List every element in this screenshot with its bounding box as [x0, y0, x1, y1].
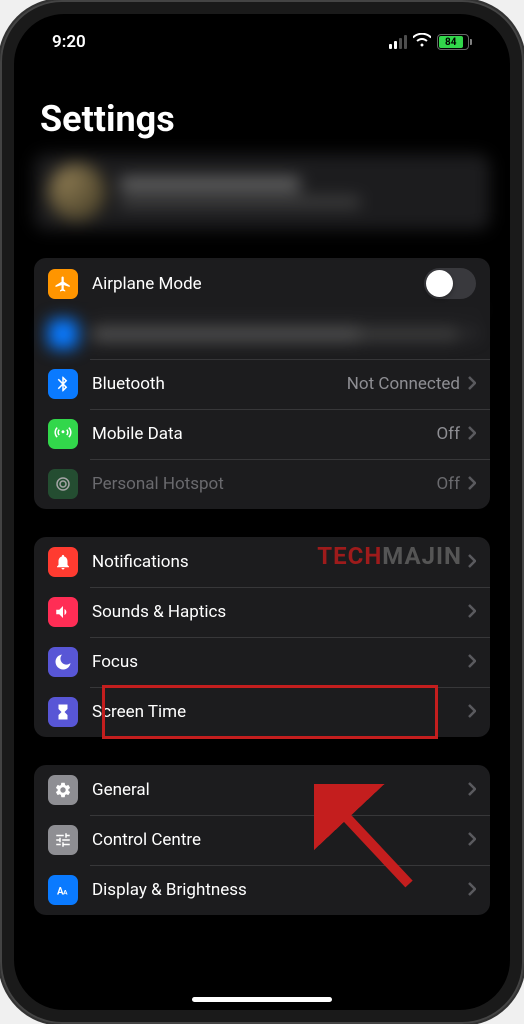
focus-label: Focus: [92, 652, 468, 672]
gear-icon: [48, 775, 78, 805]
hourglass-icon: [48, 697, 78, 727]
mobile-data-label: Mobile Data: [92, 424, 436, 444]
profile-row[interactable]: [34, 154, 490, 230]
control-centre-label: Control Centre: [92, 830, 468, 850]
wifi-row-redacted[interactable]: [34, 309, 490, 359]
general-section: General Control Centre AA Display & Brig…: [34, 765, 490, 915]
bluetooth-value: Not Connected: [347, 374, 460, 394]
bell-icon: [48, 547, 78, 577]
airplane-mode-row[interactable]: Airplane Mode: [34, 258, 490, 309]
chevron-right-icon: [468, 781, 476, 800]
control-centre-row[interactable]: Control Centre: [34, 815, 490, 865]
airplane-label: Airplane Mode: [92, 274, 424, 294]
sounds-row[interactable]: Sounds & Haptics: [34, 587, 490, 637]
screen-time-row[interactable]: Screen Time: [34, 687, 490, 737]
mobile-data-row[interactable]: Mobile Data Off: [34, 409, 490, 459]
airplane-toggle[interactable]: [424, 268, 476, 299]
page-title: Settings: [34, 60, 490, 154]
chevron-right-icon: [468, 553, 476, 572]
chevron-right-icon: [468, 425, 476, 444]
mobile-data-value: Off: [436, 424, 460, 444]
chevron-right-icon: [468, 475, 476, 494]
chevron-right-icon: [468, 375, 476, 394]
wifi-icon: [413, 32, 431, 52]
hotspot-label: Personal Hotspot: [92, 474, 436, 494]
settings-content[interactable]: Settings Airplane Mode: [14, 60, 510, 996]
cellular-signal-icon: [389, 35, 407, 49]
profile-subtitle-redacted: [120, 197, 360, 207]
home-indicator[interactable]: [192, 997, 332, 1002]
battery-icon: 84: [437, 34, 472, 50]
focus-row[interactable]: Focus: [34, 637, 490, 687]
sliders-icon: [48, 825, 78, 855]
general-row[interactable]: General: [34, 765, 490, 815]
text-size-icon: AA: [48, 875, 78, 905]
airplane-icon: [48, 269, 78, 299]
hotspot-value: Off: [436, 474, 460, 494]
phone-screen: 9:20 84 Settings: [14, 14, 510, 1010]
avatar: [48, 163, 106, 221]
sounds-label: Sounds & Haptics: [92, 602, 468, 622]
chevron-right-icon: [468, 703, 476, 722]
hotspot-row[interactable]: Personal Hotspot Off: [34, 459, 490, 509]
notifications-row[interactable]: Notifications: [34, 537, 490, 587]
bluetooth-label: Bluetooth: [92, 374, 347, 394]
bluetooth-icon: [48, 369, 78, 399]
wifi-row-icon: [48, 319, 78, 349]
status-time: 9:20: [52, 32, 86, 52]
antenna-icon: [48, 419, 78, 449]
chevron-right-icon: [468, 881, 476, 900]
status-right: 84: [389, 32, 472, 52]
display-label: Display & Brightness: [92, 880, 468, 900]
bluetooth-row[interactable]: Bluetooth Not Connected: [34, 359, 490, 409]
chevron-right-icon: [468, 325, 476, 344]
speaker-icon: [48, 597, 78, 627]
moon-icon: [48, 647, 78, 677]
hotspot-icon: [48, 469, 78, 499]
general-label: General: [92, 780, 468, 800]
chevron-right-icon: [468, 653, 476, 672]
notch: [187, 14, 337, 44]
battery-percentage: 84: [439, 36, 463, 48]
screen-time-label: Screen Time: [92, 702, 468, 722]
wifi-label-redacted: [92, 327, 360, 341]
notifications-label: Notifications: [92, 552, 468, 572]
chevron-right-icon: [468, 603, 476, 622]
display-row[interactable]: AA Display & Brightness: [34, 865, 490, 915]
wifi-value-redacted: [360, 328, 460, 340]
profile-name-redacted: [120, 177, 300, 191]
connectivity-section: Airplane Mode Bluetooth Not Co: [34, 258, 490, 509]
phone-frame: 9:20 84 Settings: [0, 0, 524, 1024]
svg-text:A: A: [63, 889, 68, 897]
chevron-right-icon: [468, 831, 476, 850]
notifications-section: Notifications Sounds & Haptics Focus: [34, 537, 490, 737]
